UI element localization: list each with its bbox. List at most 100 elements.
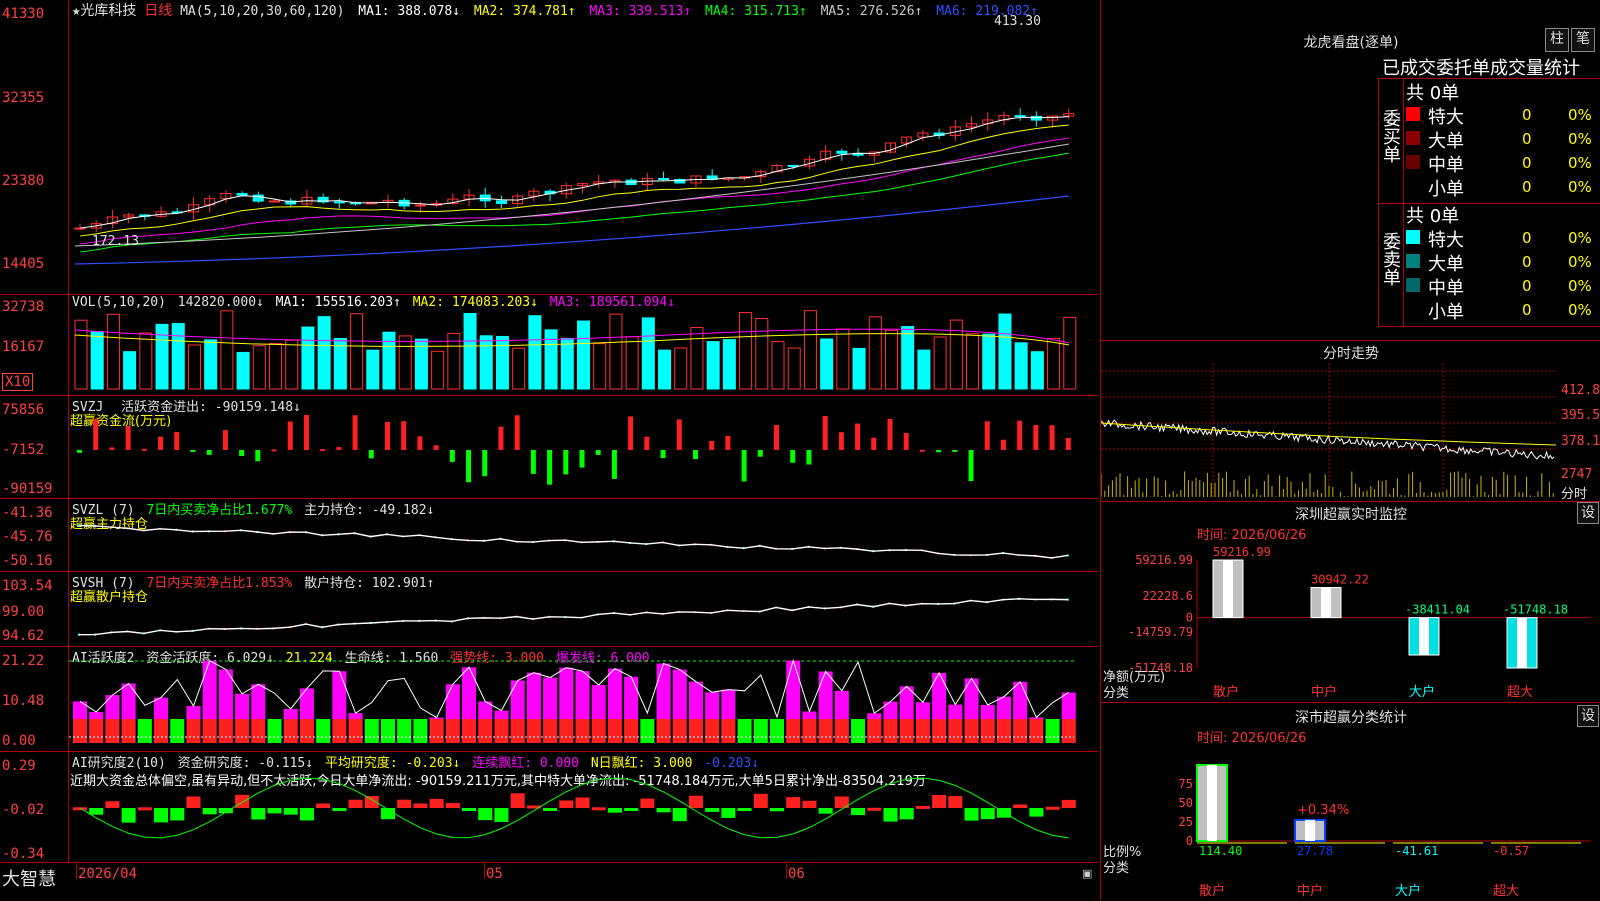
volume-bar [90,330,104,390]
sz-class-chart[interactable]: 75 50 25 0 114.40 散户 27.78 中户 -41.61 大户 -0.57 超大 [1101,745,1600,900]
volume-bar [998,313,1012,390]
research-bar [267,808,282,814]
ai-research-y-axis: 0.29 -0.02 -0.34 [0,752,69,862]
svsh-pane[interactable]: 103.54 99.00 94.62 SVSH (7) 7日内买卖净占比1.85… [0,572,1098,647]
minute-panel[interactable]: 分时走势 412.8 395.5 378.1 2747 分时 [1100,341,1600,502]
buy-count: 共 0单 [1406,83,1460,104]
activity-base [316,719,331,743]
y-tick-label: 0 [1186,611,1193,625]
svzl-pane[interactable]: -41.36 -45.76 -50.16 SVZL (7) 7日内买卖净占比1.… [0,499,1098,572]
bar-value-label: 27.78 [1297,844,1333,858]
y-label: -0.02 [2,802,45,818]
color-swatch [1406,131,1420,145]
volume-bar [431,350,445,390]
flow-bar [384,421,390,450]
row-name: 特大 [1428,107,1464,128]
volume-bar [690,327,704,390]
bar-value-label: 30942.22 [1311,573,1369,587]
minute-label: 2747 [1561,467,1593,482]
research-bar [1013,804,1028,808]
research-bar [154,808,169,823]
svzj-pane[interactable]: 75856 -7152 -90159 SVZJ 活跃资金进出: -90159.1… [0,396,1098,499]
activity-base [154,719,169,743]
flow-bar [741,450,747,482]
activity-base [494,719,509,743]
volume-bar [706,341,720,390]
sz-monitor-chart[interactable]: 59216.99 22228.6 0-14759.79 -51748.18 59216.… [1101,542,1600,702]
bar-mode-button[interactable]: 柱 [1545,28,1569,52]
sz-monitor-xlabel: 分类 [1103,686,1130,701]
volume-bar [204,339,218,390]
volume-bar [252,345,266,390]
class-bar-core [1207,765,1217,841]
volume-bar [966,333,980,390]
monitor-bar-core [1223,560,1233,618]
research-bar [202,808,217,815]
flow-bar [563,450,569,475]
flow-bar [790,450,796,463]
sell-side-label: 委卖单 [1380,232,1401,286]
flow-bar [466,450,472,483]
svzj-chart[interactable] [69,396,1098,498]
y-label: 10.48 [2,693,45,709]
kline-pane[interactable]: 41330 32355 23380 14405 ★光库科技 日线 MA(5,10… [0,0,1098,295]
ai-research-chart[interactable] [69,752,1098,862]
y-tick-label: 59216.99 [1135,553,1193,567]
volume-pane[interactable]: 32738 16167 X10 VOL(5,10,20) 142820.000↓… [0,295,1098,396]
sell-row-l: 大单 0 0% [1404,250,1600,275]
svsh-chart[interactable] [69,572,1098,646]
research-bar [251,808,266,820]
settings-button[interactable]: 设 [1577,705,1599,727]
lock-icon[interactable]: ▣ [1082,867,1092,880]
activity-base [624,719,639,743]
volume-bar [1014,342,1028,390]
research-bar [753,793,768,808]
volume-bar [917,349,931,390]
category-label: 散户 [1199,883,1225,899]
y-label: -45.76 [2,529,53,545]
minute-title: 分时走势 [1323,346,1379,362]
activity-bar [932,672,947,719]
research-bar [1045,806,1060,810]
minute-chart[interactable] [1101,363,1600,501]
volume-chart[interactable] [69,295,1098,395]
flow-bar [968,450,974,482]
category-label: 大户 [1409,684,1435,700]
row-pct: 0% [1568,106,1592,124]
ai-activity-chart[interactable] [69,647,1098,751]
activity-base [1045,719,1060,743]
settings-button[interactable]: 设 [1577,502,1599,524]
row-pct: 0% [1568,178,1592,196]
flow-bar [417,436,423,450]
flow-bar [190,450,196,452]
svzl-chart[interactable] [69,499,1098,571]
ai-activity-pane[interactable]: 21.22 10.48 0.00 AI活跃度2 资金活跃度: 6.029↓ 21… [0,647,1098,752]
activity-base [510,719,525,743]
bar-value-label: -41.61 [1395,844,1438,858]
y-tick-label: 50 [1179,796,1193,810]
kline-chart[interactable] [69,14,1098,294]
volume-bar [982,333,996,390]
flow-bar [287,421,293,450]
y-label: 0.00 [2,733,36,749]
activity-base [656,719,671,743]
flow-bar [628,416,634,450]
buy-row-s: 小单 0 0% [1404,175,1600,200]
research-bar [964,808,979,821]
sz-class-time: 时间: 2026/06/26 [1197,731,1307,746]
activity-bar [251,684,266,719]
activity-bar [607,668,622,719]
volume-bar [350,313,364,390]
monitor-bar-core [1419,617,1429,656]
flow-bar [433,445,439,450]
date-bar: 大智慧 2026/04 05 06 ▣ [0,862,1098,901]
stroke-mode-button[interactable]: 笔 [1571,28,1595,52]
volume-bar [512,347,526,390]
ai-research-pane[interactable]: 0.29 -0.02 -0.34 AI研究度2(10) 资金研究度: -0.11… [0,752,1098,862]
volume-bar [155,323,169,390]
lhkp-tabs[interactable]: 已成交委托单成交量统计 [1382,54,1580,80]
flow-bar [1065,438,1071,450]
volume-bar [106,313,120,390]
svzj-y-axis: 75856 -7152 -90159 [0,396,69,498]
activity-base [591,719,606,743]
